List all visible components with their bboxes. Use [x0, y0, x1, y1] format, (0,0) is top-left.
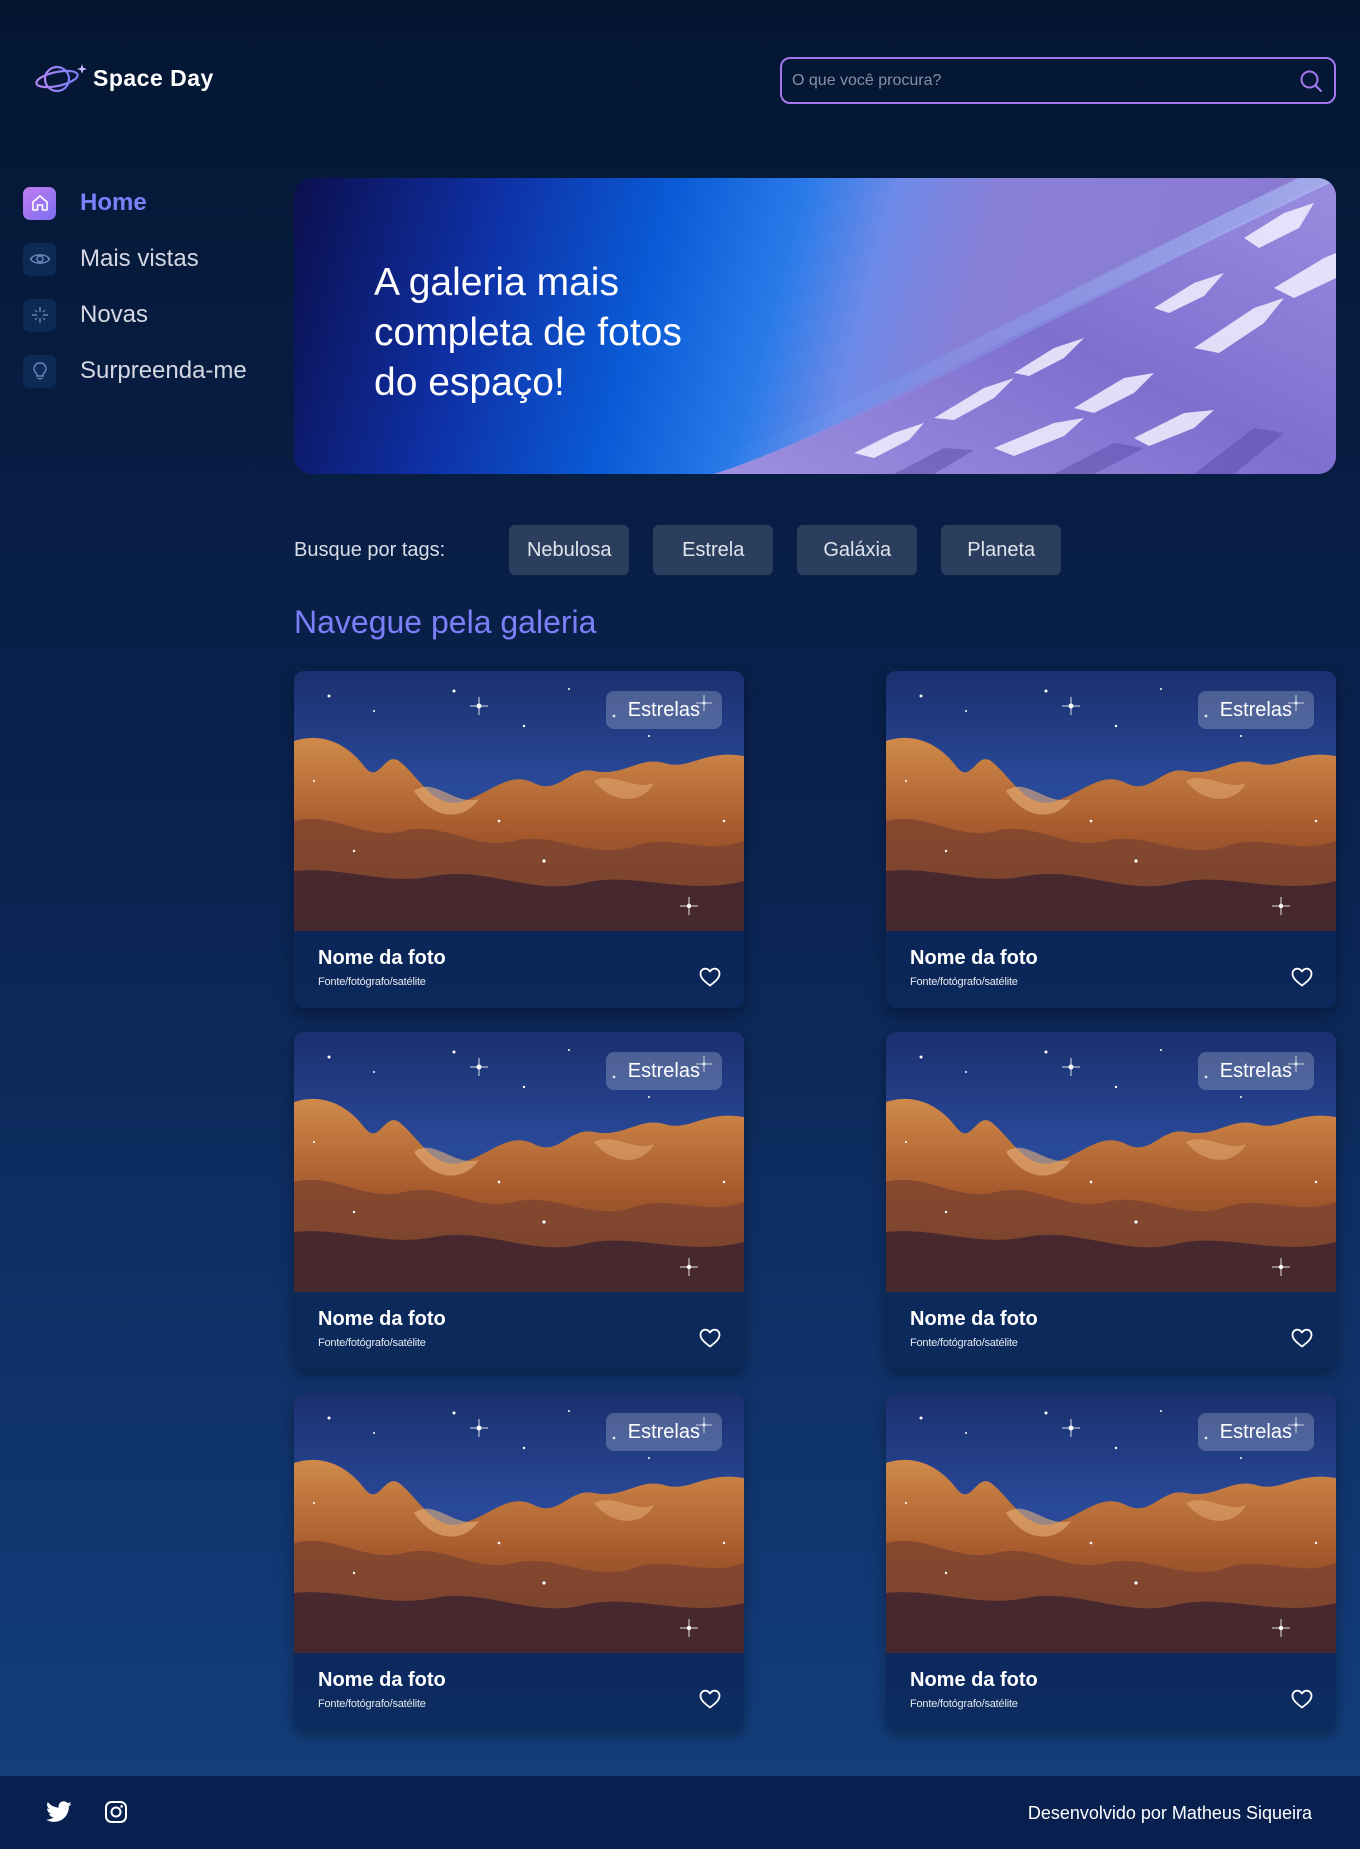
- twitter-icon: [46, 1801, 72, 1822]
- photo-card[interactable]: Estrelas Nome da foto Fonte/fotógrafo/sa…: [294, 671, 744, 1008]
- category-badge: Estrelas: [1197, 1052, 1314, 1090]
- search-icon[interactable]: [1298, 68, 1324, 94]
- logo-text: Space Day: [93, 64, 214, 91]
- card-source: Fonte/fotógrafo/satélite: [910, 1337, 1018, 1349]
- card-footer: Nome da foto Fonte/fotógrafo/satélite: [294, 1653, 744, 1730]
- card-footer: Nome da foto Fonte/fotógrafo/satélite: [294, 931, 744, 1008]
- search-bar: [780, 57, 1336, 104]
- card-image[interactable]: Estrelas: [294, 1393, 744, 1653]
- card-image[interactable]: Estrelas: [294, 671, 744, 931]
- card-title: Nome da foto: [318, 947, 446, 969]
- card-source: Fonte/fotógrafo/satélite: [318, 976, 426, 988]
- category-badge: Estrelas: [1197, 691, 1314, 729]
- heart-icon: [1291, 967, 1313, 987]
- search-input[interactable]: [792, 71, 1298, 90]
- favorite-button[interactable]: [1290, 965, 1314, 989]
- card-image[interactable]: Estrelas: [886, 1032, 1336, 1292]
- card-footer: Nome da foto Fonte/fotógrafo/satélite: [886, 1653, 1336, 1730]
- tag-nebulosa[interactable]: Nebulosa: [509, 525, 630, 575]
- header: Space Day: [0, 0, 1360, 160]
- card-title: Nome da foto: [318, 1669, 446, 1691]
- sparkle-icon: [23, 298, 56, 332]
- heart-icon: [699, 1689, 721, 1709]
- heart-icon: [1291, 1689, 1313, 1709]
- photo-card[interactable]: Estrelas Nome da foto Fonte/fotógrafo/sa…: [294, 1393, 744, 1730]
- tag-planeta[interactable]: Planeta: [941, 525, 1062, 575]
- planet-logo-icon: [35, 64, 87, 93]
- sidebar-item-mais-vistas[interactable]: Mais vistas: [23, 231, 263, 287]
- eye-icon: [23, 242, 56, 276]
- card-source: Fonte/fotógrafo/satélite: [318, 1337, 426, 1349]
- favorite-button[interactable]: [698, 965, 722, 989]
- sidebar-item-label: Surpreenda-me: [80, 357, 247, 384]
- heart-icon: [699, 1328, 721, 1348]
- card-footer: Nome da foto Fonte/fotógrafo/satélite: [886, 1292, 1336, 1369]
- card-image[interactable]: Estrelas: [886, 671, 1336, 931]
- sidebar-item-label: Mais vistas: [80, 245, 199, 272]
- card-title: Nome da foto: [910, 947, 1038, 969]
- photo-card[interactable]: Estrelas Nome da foto Fonte/fotógrafo/sa…: [886, 1032, 1336, 1369]
- social-links: [46, 1800, 160, 1829]
- card-image[interactable]: Estrelas: [886, 1393, 1336, 1653]
- card-footer: Nome da foto Fonte/fotógrafo/satélite: [886, 931, 1336, 1008]
- twitter-link[interactable]: [46, 1801, 72, 1828]
- banner-title: A galeria mais completa de fotos do espa…: [374, 261, 682, 404]
- category-badge: Estrelas: [1197, 1413, 1314, 1451]
- sidebar: Home Mais vistas Novas Surpreenda-me: [23, 175, 263, 399]
- gallery-grid: Estrelas Nome da foto Fonte/fotógrafo/sa…: [294, 671, 1336, 1730]
- hero-banner: A galeria mais completa de fotos do espa…: [294, 178, 1336, 474]
- card-title: Nome da foto: [910, 1308, 1038, 1330]
- category-badge: Estrelas: [605, 691, 722, 729]
- favorite-button[interactable]: [1290, 1326, 1314, 1350]
- footer: Desenvolvido por Matheus Siqueira: [0, 1776, 1360, 1849]
- tags-label: Busque por tags:: [294, 538, 446, 561]
- card-footer: Nome da foto Fonte/fotógrafo/satélite: [294, 1292, 744, 1369]
- logo[interactable]: Space Day: [35, 60, 214, 96]
- photo-card[interactable]: Estrelas Nome da foto Fonte/fotógrafo/sa…: [294, 1032, 744, 1369]
- category-badge: Estrelas: [605, 1413, 722, 1451]
- card-source: Fonte/fotógrafo/satélite: [910, 976, 1018, 988]
- card-title: Nome da foto: [910, 1669, 1038, 1691]
- sidebar-item-home[interactable]: Home: [23, 175, 263, 231]
- footer-credit: Desenvolvido por Matheus Siqueira: [1027, 1803, 1312, 1823]
- card-title: Nome da foto: [318, 1308, 446, 1330]
- heart-icon: [699, 967, 721, 987]
- instagram-icon: [105, 1801, 127, 1823]
- photo-card[interactable]: Estrelas Nome da foto Fonte/fotógrafo/sa…: [886, 1393, 1336, 1730]
- gallery-title: Navegue pela galeria: [294, 604, 597, 640]
- tag-galaxia[interactable]: Galáxia: [797, 525, 918, 575]
- home-icon: [23, 186, 56, 220]
- card-source: Fonte/fotógrafo/satélite: [318, 1698, 426, 1710]
- sidebar-item-surpreenda-me[interactable]: Surpreenda-me: [23, 343, 263, 399]
- card-source: Fonte/fotógrafo/satélite: [910, 1698, 1018, 1710]
- photo-card[interactable]: Estrelas Nome da foto Fonte/fotógrafo/sa…: [886, 671, 1336, 1008]
- heart-icon: [1291, 1328, 1313, 1348]
- category-badge: Estrelas: [605, 1052, 722, 1090]
- sidebar-item-label: Novas: [80, 301, 149, 328]
- instagram-link[interactable]: [104, 1800, 128, 1829]
- sidebar-item-label: Home: [80, 189, 147, 216]
- tag-estrela[interactable]: Estrela: [653, 525, 774, 575]
- lightbulb-icon: [23, 354, 56, 388]
- tag-filter: Busque por tags: Nebulosa Estrela Galáxi…: [294, 525, 1085, 575]
- favorite-button[interactable]: [698, 1326, 722, 1350]
- favorite-button[interactable]: [698, 1687, 722, 1711]
- sidebar-item-novas[interactable]: Novas: [23, 287, 263, 343]
- card-image[interactable]: Estrelas: [294, 1032, 744, 1292]
- favorite-button[interactable]: [1290, 1687, 1314, 1711]
